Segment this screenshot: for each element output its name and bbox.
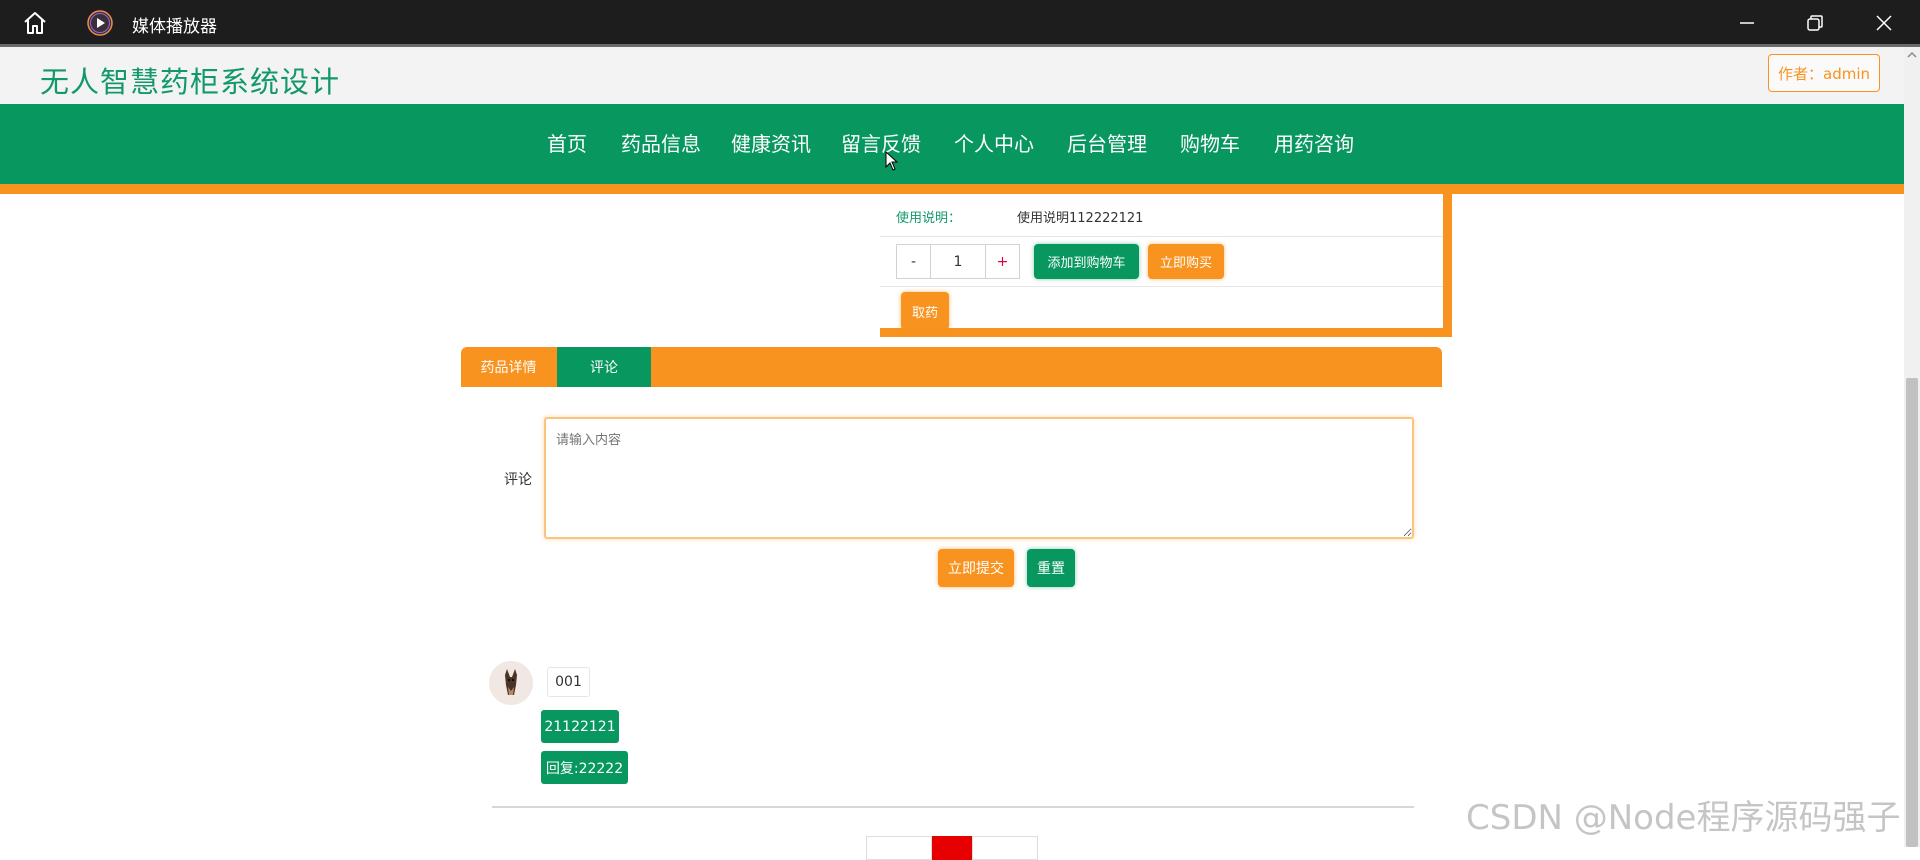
product-info-panel: 使用说明： 使用说明112222121 - 1 + 添加到购物车 立即购买 取药 [880, 194, 1452, 337]
author-button[interactable]: 作者：admin [1768, 54, 1880, 92]
nav-item-health-news[interactable]: 健康资讯 [731, 128, 811, 157]
pagination-prev-button[interactable] [866, 836, 932, 860]
take-medicine-button[interactable]: 取药 [901, 292, 949, 330]
watermark: CSDN @Node程序源码强子 [1466, 798, 1901, 838]
scroll-up-icon[interactable] [1906, 50, 1918, 60]
comment-username: 001 [547, 667, 590, 697]
restore-icon[interactable] [1804, 12, 1826, 34]
nav-item-medicine-info[interactable]: 药品信息 [621, 128, 701, 157]
avatar [489, 661, 533, 705]
quantity-input[interactable]: 1 [930, 244, 986, 279]
quantity-decrease-button[interactable]: - [896, 244, 931, 279]
nav-item-cart[interactable]: 购物车 [1180, 128, 1240, 157]
nav-item-home[interactable]: 首页 [547, 128, 587, 157]
tab-comment[interactable]: 评论 [557, 347, 651, 387]
nav-item-admin[interactable]: 后台管理 [1067, 128, 1147, 157]
nav-item-feedback[interactable]: 留言反馈 [841, 128, 921, 157]
nav-underline [0, 184, 1904, 194]
pagination-next-button[interactable] [972, 836, 1038, 860]
buy-now-button[interactable]: 立即购买 [1148, 244, 1224, 279]
reset-button[interactable]: 重置 [1027, 549, 1075, 587]
submit-comment-button[interactable]: 立即提交 [938, 549, 1014, 587]
comment-divider [492, 806, 1414, 808]
usage-value: 使用说明112222121 [1017, 211, 1144, 226]
comment-reply: 回复:22222 [541, 751, 628, 784]
site-header: 无人智慧药柜系统设计 作者：admin [0, 47, 1904, 104]
close-icon[interactable] [1873, 12, 1895, 34]
media-player-icon [87, 10, 113, 36]
quantity-increase-button[interactable]: + [985, 244, 1020, 279]
avatar-dog-icon [489, 661, 533, 705]
nav-item-consultation[interactable]: 用药咨询 [1274, 128, 1354, 157]
usage-label: 使用说明： [896, 211, 962, 226]
tab-medicine-detail[interactable]: 药品详情 [461, 347, 556, 387]
site-title: 无人智慧药柜系统设计 [40, 65, 341, 99]
minimize-icon[interactable] [1736, 12, 1758, 34]
window-titlebar: 媒体播放器 [0, 0, 1920, 46]
nav-item-personal-center[interactable]: 个人中心 [954, 128, 1034, 157]
mouse-cursor-icon [885, 151, 899, 171]
pagination-current-page[interactable] [932, 836, 972, 860]
detail-tabs: 药品详情 评论 [461, 347, 1442, 387]
purchase-row: - 1 + 添加到购物车 立即购买 [880, 236, 1443, 287]
usage-row: 使用说明： 使用说明112222121 [880, 194, 1443, 237]
comment-textarea[interactable] [544, 417, 1414, 539]
window-title: 媒体播放器 [132, 17, 217, 37]
comment-label: 评论 [504, 472, 532, 488]
add-to-cart-button[interactable]: 添加到购物车 [1034, 244, 1139, 279]
scrollbar-thumb[interactable] [1906, 378, 1918, 847]
main-nav: 首页 药品信息 健康资讯 留言反馈 个人中心 后台管理 购物车 用药咨询 [0, 104, 1904, 184]
comment-content: 21122121 [541, 710, 619, 743]
home-icon[interactable] [22, 11, 48, 35]
